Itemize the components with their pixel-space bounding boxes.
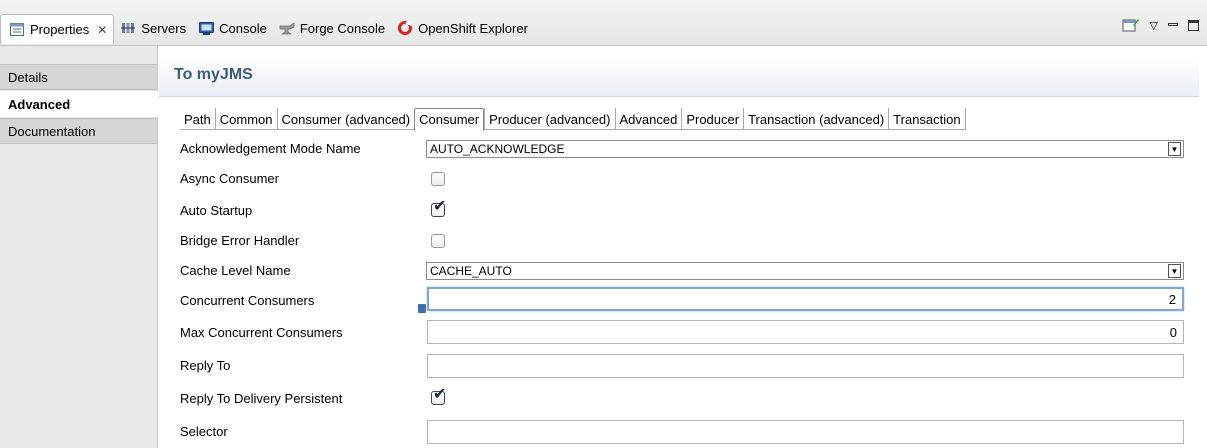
view-menu-icon[interactable]: ▽ [1150, 19, 1158, 32]
tab-transaction[interactable]: Transaction [888, 108, 966, 130]
tab-path[interactable]: Path [180, 108, 215, 130]
sidebar-item-label: Advanced [8, 96, 71, 112]
selector-label: Selector [180, 424, 228, 439]
checkmark-icon: ✔ [433, 198, 447, 215]
tab-advanced[interactable]: Advanced [614, 108, 682, 130]
tab-openshift-explorer-label: OpenShift Explorer [418, 20, 528, 36]
max-concurrent-value: 0 [1169, 324, 1177, 340]
reply-persistent-label: Reply To Delivery Persistent [180, 391, 343, 406]
async-consumer-checkbox[interactable] [431, 172, 445, 186]
tab-common[interactable]: Common [214, 108, 277, 130]
new-view-icon[interactable] [1122, 17, 1140, 33]
checkmark-icon: ✔ [433, 386, 447, 403]
openshift-icon [397, 20, 413, 36]
section-header: To myJMS [159, 57, 1199, 97]
ack-mode-label: Acknowledgement Mode Name [180, 141, 361, 156]
info-decoration-icon [418, 304, 426, 313]
cache-level-select[interactable]: CACHE_AUTO ▼ [426, 262, 1184, 280]
concurrent-consumers-input[interactable]: 2 [427, 287, 1184, 311]
sidebar-item-documentation[interactable]: Documentation [0, 118, 157, 144]
sidebar-item-advanced[interactable]: Advanced [0, 91, 158, 117]
maximize-icon[interactable] [1188, 19, 1199, 31]
servers-icon [120, 20, 136, 36]
close-icon[interactable]: ✕ [97, 23, 107, 37]
reply-to-label: Reply To [180, 358, 231, 373]
max-concurrent-label: Max Concurrent Consumers [180, 325, 343, 340]
async-consumer-label: Async Consumer [180, 171, 279, 186]
cache-level-value: CACHE_AUTO [430, 264, 512, 278]
ack-mode-value: AUTO_ACKNOWLEDGE [430, 142, 565, 156]
view-controls: ▽ [1122, 17, 1199, 33]
tab-producer-advanced[interactable]: Producer (advanced) [484, 108, 614, 130]
tab-properties[interactable]: Properties ✕ [0, 14, 115, 44]
minimize-icon[interactable] [1168, 20, 1178, 30]
tab-servers[interactable]: Servers [114, 14, 192, 42]
concurrent-consumers-label: Concurrent Consumers [180, 293, 315, 308]
sidebar: Details Advanced Documentation [0, 46, 158, 448]
tab-consumer-advanced[interactable]: Consumer (advanced) [276, 108, 415, 130]
selector-input[interactable] [427, 420, 1184, 444]
max-concurrent-input[interactable]: 0 [427, 320, 1184, 344]
tab-forge-console[interactable]: Forge Console [273, 14, 391, 42]
chevron-down-icon[interactable]: ▼ [1168, 264, 1181, 278]
cache-level-label: Cache Level Name [180, 263, 291, 278]
sidebar-item-label: Details [8, 69, 48, 85]
tab-console-label: Console [219, 20, 267, 36]
auto-startup-checkbox[interactable]: ✔ [431, 199, 446, 217]
tab-console[interactable]: Console [192, 14, 273, 42]
sidebar-item-label: Documentation [8, 123, 96, 139]
chevron-down-icon[interactable]: ▼ [1168, 142, 1181, 156]
forge-icon [279, 20, 295, 36]
tab-forge-console-label: Forge Console [299, 20, 386, 36]
tab-properties-label: Properties [30, 22, 90, 37]
reply-persistent-checkbox[interactable]: ✔ [431, 387, 446, 405]
reply-to-input[interactable] [427, 354, 1184, 378]
auto-startup-label: Auto Startup [180, 203, 253, 218]
tab-producer[interactable]: Producer [681, 108, 743, 130]
bridge-error-checkbox[interactable] [431, 234, 445, 248]
bridge-error-label: Bridge Error Handler [180, 233, 300, 248]
console-icon [198, 20, 214, 36]
page-title: To myJMS [174, 66, 253, 83]
view-tabs: Properties ✕ Servers Console Forge Conso… [0, 14, 534, 44]
properties-icon [9, 22, 25, 38]
tab-transaction-advanced[interactable]: Transaction (advanced) [743, 108, 888, 130]
sidebar-item-details[interactable]: Details [0, 64, 157, 90]
tab-consumer[interactable]: Consumer [414, 108, 485, 131]
concurrent-consumers-value: 2 [1168, 291, 1176, 307]
ack-mode-select[interactable]: AUTO_ACKNOWLEDGE ▼ [426, 140, 1184, 158]
view-tab-bar: Properties ✕ Servers Console Forge Conso… [0, 0, 1207, 46]
subtab-bar: Path Common Consumer (advanced) Consumer… [180, 108, 966, 131]
tab-openshift-explorer[interactable]: OpenShift Explorer [391, 14, 534, 42]
tab-servers-label: Servers [141, 20, 187, 36]
